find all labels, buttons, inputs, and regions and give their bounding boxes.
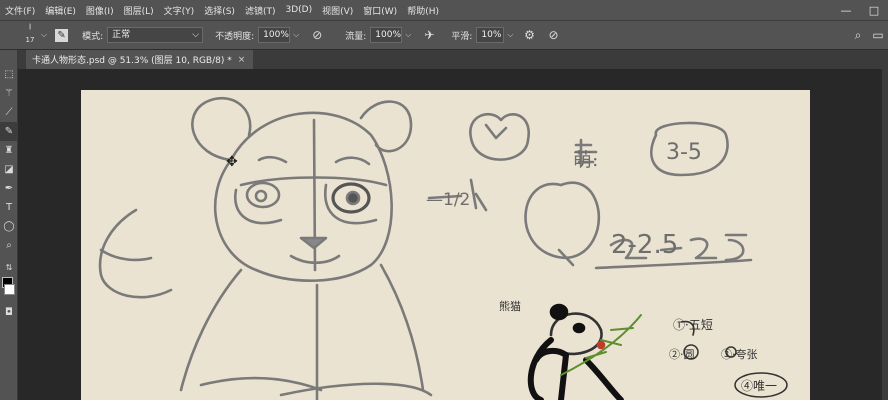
sketch-arm bbox=[98, 208, 173, 299]
menu-bar: 文件(F) 编辑(E) 图像(I) 图层(L) 文字(Y) 选择(S) 滤镜(T… bbox=[0, 0, 888, 20]
sketch-nose bbox=[299, 236, 328, 250]
opacity-input[interactable]: 100% bbox=[258, 27, 291, 43]
ellipse-tool-icon[interactable]: ◯ bbox=[0, 217, 18, 236]
mode-value: 正常 bbox=[112, 30, 131, 40]
mode-select[interactable]: 正常 ⌵ bbox=[107, 27, 204, 43]
pressure-size-icon[interactable]: ⊘ bbox=[546, 27, 562, 43]
sketch-circle bbox=[524, 181, 601, 259]
flow-input[interactable]: 100% bbox=[370, 27, 403, 43]
pressure-opacity-icon[interactable]: ⊘ bbox=[309, 27, 325, 43]
eraser-tool-icon[interactable]: ◪ bbox=[0, 160, 18, 179]
menu-layer[interactable]: 图层(L) bbox=[119, 4, 159, 17]
eyedropper-tool-icon[interactable]: ⟋ bbox=[0, 103, 18, 122]
sketch-range-1: 3-5 bbox=[666, 140, 702, 165]
sketch-head-label: 萌: bbox=[573, 149, 599, 171]
stamp-tool-icon[interactable]: ♜ bbox=[0, 141, 18, 160]
opacity-label: 不透明度: bbox=[215, 31, 255, 42]
magic-wand-tool-icon[interactable]: ⚚ bbox=[0, 84, 18, 103]
maximize-button[interactable]: □ bbox=[860, 4, 888, 17]
sketch-panda-ear bbox=[549, 303, 569, 321]
options-bar: ╵ 17 ⌵ ✎ 模式: 正常 ⌵ 不透明度: 100% ⌵ ⊘ 流量: 100… bbox=[0, 20, 888, 50]
sketch-small-head bbox=[469, 112, 531, 161]
sketch-right-ear bbox=[359, 100, 413, 153]
brush-preset-picker[interactable]: ╵ 17 bbox=[22, 26, 38, 45]
sketch-head bbox=[213, 111, 393, 282]
sketch-note-2: ②·圆 bbox=[669, 348, 695, 361]
smoothing-label: 平滑: bbox=[451, 31, 473, 42]
menu-help[interactable]: 帮助(H) bbox=[402, 4, 444, 17]
workspace: —1/2 萌: 3-5 2-2.5 熊猫 ①·五短 ②·圆 ③·夸张 ④唯一 ✥ bbox=[18, 69, 888, 400]
document-tab[interactable]: 卡通人物形态.psd @ 51.3% (图层 10, RGB/8) * × bbox=[26, 50, 254, 69]
document-tab-bar: 卡通人物形态.psd @ 51.3% (图层 10, RGB/8) * × bbox=[18, 50, 888, 69]
window-controls: — □ bbox=[832, 0, 888, 20]
document-tab-title: 卡通人物形态.psd @ 51.3% (图层 10, RGB/8) * bbox=[32, 56, 232, 66]
flow-label: 流量: bbox=[345, 31, 367, 42]
menu-file[interactable]: 文件(F) bbox=[0, 4, 40, 17]
opacity-chevron-icon[interactable]: ⌵ bbox=[293, 30, 299, 40]
brush-tip-icon: ╵ bbox=[26, 25, 34, 36]
sketch-range-2: 2-2.5 bbox=[611, 230, 679, 260]
sketch-ratio-text: —1/2 bbox=[426, 190, 471, 210]
mode-label: 模式: bbox=[82, 31, 104, 42]
chevron-down-icon: ⌵ bbox=[192, 30, 200, 40]
brush-size-label: 17 bbox=[25, 35, 35, 44]
airbrush-icon[interactable]: ✈ bbox=[421, 27, 437, 43]
sketch-note-4: ④唯一 bbox=[741, 379, 778, 393]
sketch-note-3: ③·夸张 bbox=[721, 348, 758, 361]
sketch-drawing bbox=[98, 96, 788, 400]
quick-mask-icon[interactable]: ◘ bbox=[0, 303, 18, 322]
sketch-panda-body bbox=[527, 337, 569, 400]
brush-preset-chevron-icon[interactable]: ⌵ bbox=[41, 30, 47, 40]
menu-filter[interactable]: 滤镜(T) bbox=[240, 4, 281, 17]
zoom-tool-icon[interactable]: ⌕ bbox=[0, 236, 18, 255]
menu-view[interactable]: 视图(V) bbox=[317, 4, 358, 17]
workspace-switcher-icon[interactable]: ▭ bbox=[870, 27, 886, 43]
menu-type[interactable]: 文字(Y) bbox=[159, 4, 200, 17]
sketch-note-1: ①·五短 bbox=[673, 318, 713, 332]
background-color-swatch[interactable] bbox=[4, 284, 15, 295]
pen-tool-icon[interactable]: ✒ bbox=[0, 179, 18, 198]
menu-edit[interactable]: 编辑(E) bbox=[40, 4, 81, 17]
sketch-left-eye bbox=[245, 181, 281, 209]
smoothing-input[interactable]: 10% bbox=[476, 27, 505, 43]
close-icon[interactable]: × bbox=[238, 55, 246, 65]
type-tool-icon[interactable]: T bbox=[0, 198, 18, 217]
menu-3d[interactable]: 3D(D) bbox=[280, 5, 317, 15]
swap-colors-icon[interactable]: ⇅ bbox=[0, 261, 18, 273]
flow-chevron-icon[interactable]: ⌵ bbox=[405, 30, 411, 40]
sketch-panda-label: 熊猫 bbox=[499, 300, 521, 313]
color-swatches[interactable] bbox=[0, 277, 17, 299]
brush-tool-icon[interactable]: ✎ bbox=[0, 122, 18, 141]
sketch-body-right bbox=[379, 263, 425, 392]
sketch-panda-mouth bbox=[596, 340, 606, 350]
tools-panel: ⬚ ⚚ ⟋ ✎ ♜ ◪ ✒ T ◯ ⌕ ⇅ ◘ bbox=[0, 50, 18, 400]
minimize-button[interactable]: — bbox=[832, 4, 860, 17]
marquee-tool-icon[interactable]: ⬚ bbox=[0, 65, 18, 84]
menu-window[interactable]: 窗口(W) bbox=[358, 4, 402, 17]
document-canvas[interactable]: —1/2 萌: 3-5 2-2.5 熊猫 ①·五短 ②·圆 ③·夸张 ④唯一 ✥ bbox=[81, 90, 810, 400]
menu-select[interactable]: 选择(S) bbox=[199, 4, 240, 17]
right-panel-edge bbox=[882, 69, 888, 400]
search-icon[interactable]: ⌕ bbox=[850, 27, 866, 43]
gear-icon[interactable]: ⚙ bbox=[522, 27, 538, 43]
sketch-body-left bbox=[179, 268, 243, 392]
brush-settings-icon[interactable]: ✎ bbox=[55, 28, 69, 42]
menu-image[interactable]: 图像(I) bbox=[81, 4, 119, 17]
smoothing-chevron-icon[interactable]: ⌵ bbox=[507, 30, 513, 40]
brush-cursor-icon: ✥ bbox=[226, 154, 238, 170]
sketch-left-ear bbox=[191, 96, 252, 162]
